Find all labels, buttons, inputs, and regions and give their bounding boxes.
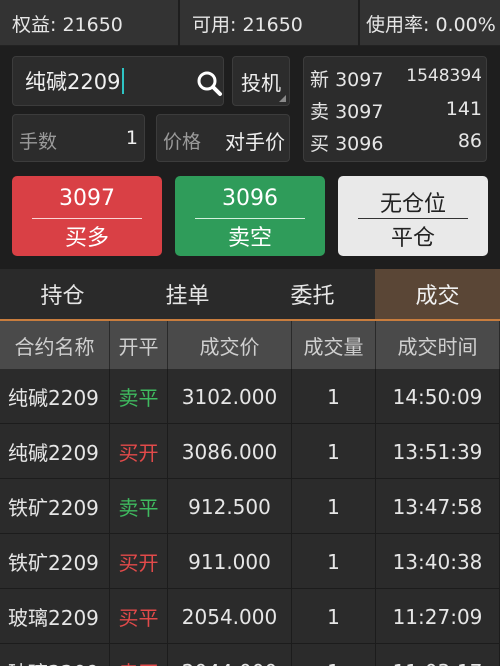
buy-label: 买多 [64, 226, 109, 251]
instrument-value: 纯碱2209 [25, 70, 121, 94]
cell-open-close: 买开 [110, 534, 168, 589]
table-row[interactable]: 纯碱2209 买开 3086.000 1 13:51:39 [0, 424, 500, 479]
trades-table-header: 合约名称 开平 成交价 成交量 成交时间 [0, 321, 500, 369]
quantity-value: 1 [125, 127, 138, 149]
quote-bid-row: 买 3096 86 [310, 127, 482, 157]
ask-label: 卖 [310, 101, 330, 123]
price-field[interactable]: 价格 对手价 [156, 114, 290, 162]
buy-price: 3097 [59, 186, 115, 211]
cell-contract: 玻璃2209 [0, 589, 110, 644]
speculation-select[interactable]: 投机 [232, 56, 290, 106]
price-label: 价格 [163, 131, 202, 153]
quote-last-row: 新 3097 1548394 [310, 63, 482, 93]
cell-contract: 纯碱2209 [0, 369, 110, 424]
last-volume: 1548394 [406, 66, 482, 86]
available-text: 可用: 21650 [180, 0, 360, 46]
cell-volume: 1 [292, 644, 376, 666]
cell-price: 3102.000 [168, 369, 292, 424]
cell-volume: 1 [292, 589, 376, 644]
quantity-field[interactable]: 手数 1 [12, 114, 145, 162]
cell-time: 11:03:17 [376, 644, 500, 666]
dropdown-corner-icon [279, 95, 286, 102]
account-bar: 权益: 21650 可用: 21650 使用率: 0.00% [0, 0, 500, 46]
equity-text: 权益: 21650 [0, 0, 180, 46]
cell-open-close: 卖开 [110, 644, 168, 666]
header-price[interactable]: 成交价 [168, 321, 292, 369]
cell-contract: 铁矿2209 [0, 479, 110, 534]
text-caret [122, 68, 125, 94]
buy-long-button[interactable]: 3097 买多 [12, 176, 162, 256]
divider [358, 218, 468, 219]
table-row[interactable]: 纯碱2209 卖平 3102.000 1 14:50:09 [0, 369, 500, 424]
cell-contract: 玻璃2209 [0, 644, 110, 666]
cell-time: 13:40:38 [376, 534, 500, 589]
cell-volume: 1 [292, 424, 376, 479]
header-contract[interactable]: 合约名称 [0, 321, 110, 369]
trades-table-body: 纯碱2209 卖平 3102.000 1 14:50:09 纯碱2209 买开 … [0, 369, 500, 666]
quote-ask-row: 卖 3097 141 [310, 95, 482, 125]
cell-contract: 铁矿2209 [0, 534, 110, 589]
instrument-input[interactable]: 纯碱2209 [12, 56, 224, 106]
price-value: 对手价 [225, 130, 285, 154]
record-tabs: 持仓 挂单 委托 成交 [0, 269, 500, 321]
header-open-close[interactable]: 开平 [110, 321, 168, 369]
cell-price: 2044.000 [168, 644, 292, 666]
cell-time: 11:27:09 [376, 589, 500, 644]
sell-short-button[interactable]: 3096 卖空 [175, 176, 325, 256]
search-icon[interactable] [195, 69, 223, 97]
cell-time: 13:51:39 [376, 424, 500, 479]
table-row[interactable]: 玻璃2209 卖开 2044.000 1 11:03:17 [0, 644, 500, 666]
cell-volume: 1 [292, 534, 376, 589]
bid-label: 买 [310, 133, 330, 155]
table-row[interactable]: 玻璃2209 买平 2054.000 1 11:27:09 [0, 589, 500, 644]
table-row[interactable]: 铁矿2209 买开 911.000 1 13:40:38 [0, 534, 500, 589]
tab-positions[interactable]: 持仓 [0, 269, 125, 319]
quote-panel: 新 3097 1548394 卖 3097 141 买 3096 86 [303, 56, 487, 162]
cell-open-close: 卖平 [110, 369, 168, 424]
last-label: 新 [310, 69, 330, 91]
cell-time: 13:47:58 [376, 479, 500, 534]
cell-open-close: 买开 [110, 424, 168, 479]
speculation-label: 投机 [241, 70, 281, 95]
header-volume[interactable]: 成交量 [292, 321, 376, 369]
cell-price: 911.000 [168, 534, 292, 589]
cell-time: 14:50:09 [376, 369, 500, 424]
tab-pending-orders[interactable]: 挂单 [125, 269, 250, 319]
close-position-button[interactable]: 无仓位 平仓 [338, 176, 488, 256]
bid-volume: 86 [457, 130, 482, 152]
tab-orders[interactable]: 委托 [250, 269, 375, 319]
ask-price: 3097 [335, 101, 384, 123]
header-time[interactable]: 成交时间 [376, 321, 500, 369]
divider [195, 218, 305, 219]
table-row[interactable]: 铁矿2209 卖平 912.500 1 13:47:58 [0, 479, 500, 534]
cell-volume: 1 [292, 369, 376, 424]
divider [32, 218, 142, 219]
cell-open-close: 卖平 [110, 479, 168, 534]
usage-text: 使用率: 0.00% [366, 13, 496, 36]
bid-price: 3096 [335, 133, 384, 155]
sell-price: 3096 [222, 186, 278, 211]
close-label: 平仓 [390, 226, 435, 251]
cell-volume: 1 [292, 479, 376, 534]
cell-open-close: 买平 [110, 589, 168, 644]
cell-price: 912.500 [168, 479, 292, 534]
order-entry-panel: 纯碱2209 投机 手数 1 价格 对手价 新 3097 1548394 卖 3… [0, 46, 500, 266]
sell-label: 卖空 [227, 226, 272, 251]
close-status: 无仓位 [379, 192, 446, 217]
last-price: 3097 [335, 69, 384, 91]
cell-price: 2054.000 [168, 589, 292, 644]
ask-volume: 141 [445, 98, 482, 120]
quantity-label: 手数 [19, 131, 58, 153]
cell-contract: 纯碱2209 [0, 424, 110, 479]
tab-trades[interactable]: 成交 [375, 269, 500, 319]
cell-price: 3086.000 [168, 424, 292, 479]
